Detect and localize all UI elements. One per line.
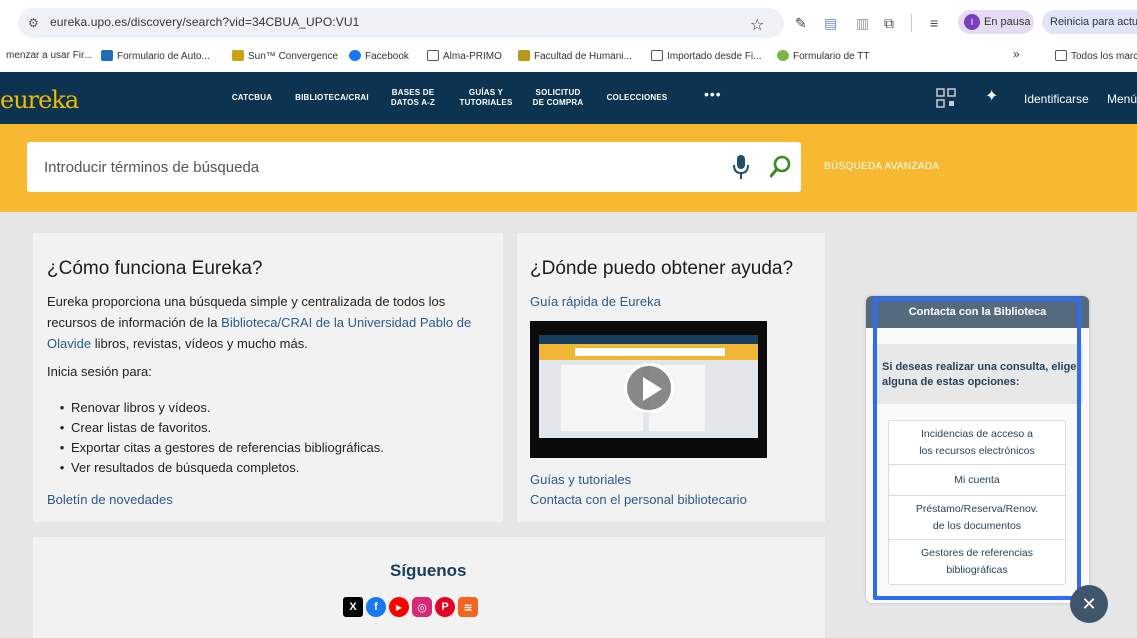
- page: ⚙ eureka.upo.es/discovery/search?vid=34C…: [0, 0, 1137, 638]
- bookmarks-overflow[interactable]: »: [1013, 48, 1020, 60]
- youtube-icon[interactable]: ▶: [389, 597, 409, 617]
- instagram-icon[interactable]: ◎: [412, 597, 432, 617]
- x-icon[interactable]: X: [343, 597, 363, 617]
- nav-item-guides[interactable]: GUÍAS Y TUTORIALES: [454, 72, 518, 124]
- highlight-frame: [873, 297, 1081, 600]
- social-links: X f ▶ ◎ P ≋: [343, 597, 478, 617]
- follow-us-title: Síguenos: [390, 561, 467, 580]
- guides-tutorials-link[interactable]: Guías y tutoriales: [530, 469, 631, 490]
- profile-avatar: I: [964, 14, 980, 30]
- address-bar[interactable]: ⚙ eureka.upo.es/discovery/search?vid=34C…: [18, 8, 784, 38]
- pin-icon[interactable]: ✦: [985, 86, 998, 106]
- folder-icon: [427, 50, 439, 61]
- play-icon[interactable]: [624, 363, 674, 413]
- follow-us-card: Síguenos X f ▶ ◎ P ≋: [33, 537, 825, 638]
- qr-code-icon[interactable]: [936, 88, 956, 108]
- facebook-icon: [349, 50, 361, 61]
- all-bookmarks[interactable]: Todos los marc: [1055, 50, 1137, 63]
- facebook-icon[interactable]: f: [366, 597, 386, 617]
- search-band: BÚSQUEDA AVANZADA: [0, 124, 1137, 212]
- site-navbar: eureka CATCBUA BIBLIOTECA/CRAI BASES DE D…: [0, 72, 1137, 124]
- nav-item-collections[interactable]: COLECCIONES: [600, 72, 674, 124]
- list-item: Exportar citas a gestores de referencias…: [47, 438, 384, 458]
- list-item: Crear listas de favoritos.: [47, 418, 384, 438]
- menu-button[interactable]: Menú: [1107, 92, 1137, 106]
- list-item: Ver resultados de búsqueda completos.: [47, 458, 384, 478]
- pinterest-icon[interactable]: P: [435, 597, 455, 617]
- restart-button[interactable]: Reinicia para actual: [1042, 10, 1137, 34]
- login-prompt: Inicia sesión para:: [47, 364, 152, 379]
- help-card: ¿Dónde puedo obtener ayuda? Guía rápida …: [517, 233, 825, 522]
- folder-icon: [1055, 50, 1067, 61]
- how-it-works-card: ¿Cómo funciona Eureka? Eureka proporcion…: [33, 233, 503, 522]
- login-link[interactable]: Identificarse: [1024, 92, 1089, 106]
- bookmark-item[interactable]: Sun™ Convergence: [232, 50, 338, 63]
- bookmark-favicon: [232, 50, 244, 61]
- quick-guide-link[interactable]: Guía rápida de Eureka: [530, 291, 661, 312]
- document-icon[interactable]: ▤: [824, 15, 837, 31]
- nav-item-databases[interactable]: BASES DE DATOS A-Z: [386, 72, 440, 124]
- folder-icon: [651, 50, 663, 61]
- news-bulletin-link[interactable]: Boletín de novedades: [47, 489, 173, 510]
- pen-icon[interactable]: ✎: [795, 15, 807, 31]
- bookmark-item[interactable]: menzar a usar Fir...: [6, 50, 92, 62]
- help-title: ¿Dónde puedo obtener ayuda?: [530, 258, 794, 279]
- microphone-icon[interactable]: [733, 154, 749, 180]
- search-input[interactable]: [27, 142, 707, 192]
- site-info-icon[interactable]: ⚙: [28, 16, 42, 30]
- advanced-search-link[interactable]: BÚSQUEDA AVANZADA: [824, 161, 939, 172]
- profile-button[interactable]: I En pausa: [958, 10, 1034, 34]
- extensions-icon[interactable]: ⧉: [884, 15, 894, 31]
- feature-list: Renovar libros y vídeos. Crear listas de…: [47, 398, 384, 478]
- browser-chrome: ⚙ eureka.upo.es/discovery/search?vid=34C…: [0, 0, 1137, 72]
- bookmark-item[interactable]: Formulario de TT: [777, 50, 870, 63]
- toolbar-divider: [911, 14, 912, 32]
- bookmark-favicon: [101, 50, 113, 61]
- profile-status: En pausa: [984, 16, 1031, 28]
- nav-item-purchase-request[interactable]: SOLICITUD DE COMPRA: [530, 72, 586, 124]
- how-it-works-title: ¿Cómo funciona Eureka?: [47, 258, 263, 279]
- contact-librarian-link[interactable]: Contacta con el personal bibliotecario: [530, 489, 747, 510]
- bookmark-item[interactable]: Facultad de Humani...: [518, 50, 632, 63]
- bookmark-favicon: [777, 50, 789, 61]
- tutorial-video[interactable]: [530, 321, 767, 458]
- list-item: Renovar libros y vídeos.: [47, 398, 384, 418]
- nav-item-biblioteca[interactable]: BIBLIOTECA/CRAI: [290, 72, 374, 124]
- nav-item-catcbua[interactable]: CATCBUA: [226, 72, 278, 124]
- how-it-works-intro: Eureka proporciona una búsqueda simple y…: [47, 294, 472, 351]
- bookmarks-bar: menzar a usar Fir... Formulario de Auto.…: [0, 46, 1137, 68]
- bookmark-item[interactable]: Formulario de Auto...: [101, 50, 210, 63]
- nav-more-menu[interactable]: •••: [704, 86, 722, 102]
- search-box: [27, 142, 801, 192]
- reader-icon[interactable]: ▥: [856, 15, 869, 31]
- rss-icon[interactable]: ≋: [458, 597, 478, 617]
- close-button[interactable]: ✕: [1070, 585, 1108, 623]
- bookmark-item[interactable]: Alma-PRIMO: [427, 50, 502, 63]
- bookmark-item[interactable]: Importado desde Fi...: [651, 50, 762, 63]
- bookmark-item[interactable]: Facebook: [349, 50, 409, 63]
- url-text[interactable]: eureka.upo.es/discovery/search?vid=34CBU…: [50, 15, 359, 29]
- bookmark-star-icon[interactable]: ☆: [750, 15, 764, 35]
- eureka-logo[interactable]: eureka: [0, 88, 79, 112]
- search-icon[interactable]: [770, 155, 792, 179]
- bookmark-favicon: [518, 50, 530, 61]
- media-controls-icon[interactable]: ≡: [930, 15, 938, 31]
